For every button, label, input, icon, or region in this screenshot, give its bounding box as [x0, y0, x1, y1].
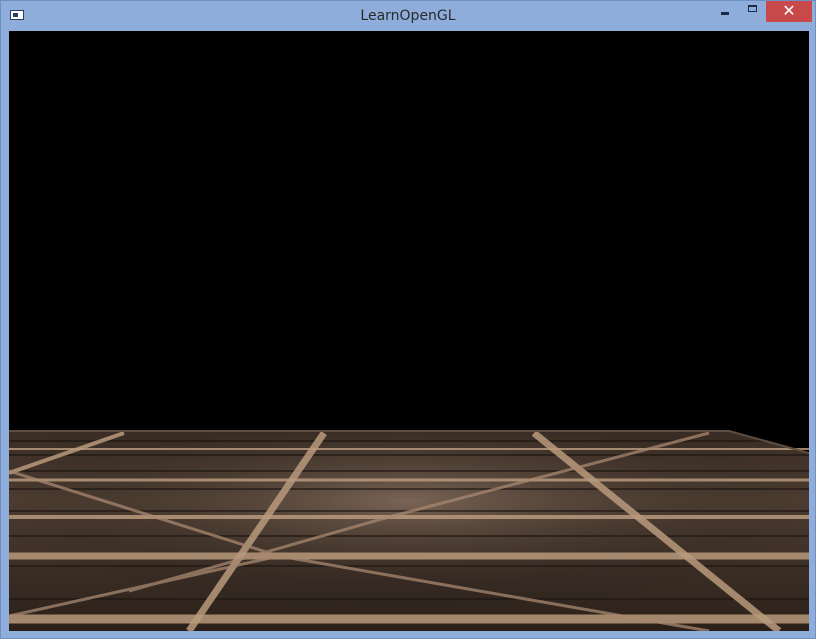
opengl-viewport[interactable]: [9, 31, 809, 631]
wooden-floor: [9, 430, 809, 631]
minimize-button[interactable]: [711, 1, 739, 22]
close-icon: ✕: [782, 1, 796, 20]
minimize-icon: [721, 11, 729, 15]
title-bar[interactable]: LearnOpenGL ✕: [1, 1, 815, 31]
window-title: LearnOpenGL: [360, 8, 456, 24]
maximize-button[interactable]: [739, 1, 765, 22]
maximize-icon: [747, 5, 757, 12]
close-button[interactable]: ✕: [766, 1, 812, 22]
scene-canvas: [9, 31, 809, 631]
app-window: LearnOpenGL ✕: [0, 0, 816, 639]
